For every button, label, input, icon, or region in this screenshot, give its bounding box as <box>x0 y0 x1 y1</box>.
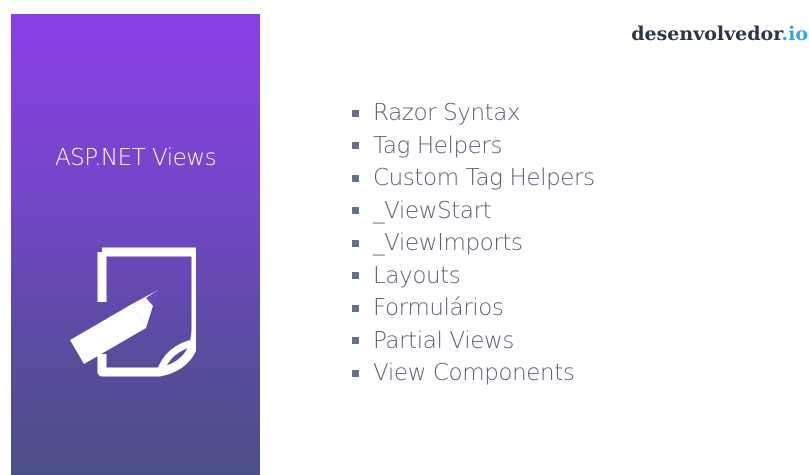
topic-label: Partial Views <box>373 327 514 354</box>
topic-label: Tag Helpers <box>373 132 503 159</box>
topic-label: Razor Syntax <box>373 100 521 126</box>
topic-label: Custom Tag Helpers <box>373 165 595 191</box>
bullet-icon <box>352 369 359 377</box>
topic-item: Razor Syntax <box>352 97 595 130</box>
topic-item: View Components <box>352 357 595 390</box>
bullet-icon <box>352 337 359 345</box>
topic-label: Layouts <box>373 262 461 289</box>
topic-item: Layouts <box>352 260 595 293</box>
topic-item: Tag Helpers <box>352 130 595 163</box>
bullet-icon <box>352 304 359 312</box>
topic-label: _ViewImports <box>373 230 523 256</box>
brand-logo: desenvolvedor.io <box>631 23 808 45</box>
topic-item: Custom Tag Helpers <box>352 162 595 195</box>
brand-name: desenvolvedor <box>631 23 782 45</box>
brand-suffix: io <box>788 23 808 45</box>
topic-item: Formulários <box>352 292 595 325</box>
topic-label: View Components <box>373 360 575 386</box>
topic-item: _ViewStart <box>352 195 595 228</box>
bullet-icon <box>352 272 359 280</box>
topic-item: Partial Views <box>352 325 595 358</box>
topic-label: Formulários <box>373 295 504 321</box>
topic-item: _ViewImports <box>352 227 595 260</box>
topic-label: _ViewStart <box>373 197 492 224</box>
topic-list: Razor Syntax Tag Helpers Custom Tag Help… <box>352 97 595 390</box>
bullet-icon <box>352 109 359 117</box>
document-edit-icon <box>70 247 196 377</box>
title-panel: ASP.NET Views <box>11 14 260 475</box>
panel-title: ASP.NET Views <box>54 145 217 171</box>
bullet-icon <box>352 142 359 150</box>
bullet-icon <box>352 239 359 247</box>
bullet-icon <box>352 174 359 182</box>
bullet-icon <box>352 207 359 215</box>
